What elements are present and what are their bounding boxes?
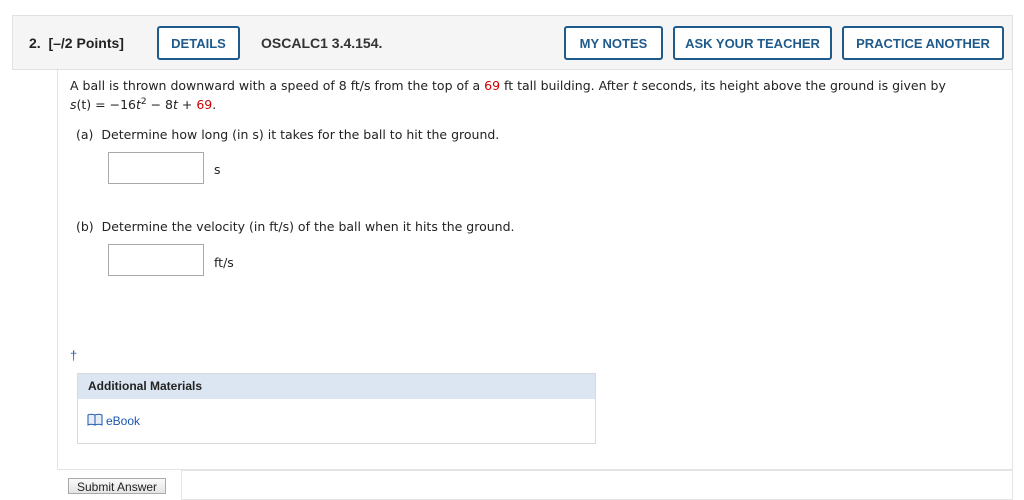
my-notes-button[interactable]: MY NOTES <box>564 26 663 60</box>
ebook-label: eBook <box>106 414 141 428</box>
additional-materials-heading: Additional Materials <box>78 374 595 399</box>
ebook-link[interactable]: eBook <box>87 413 140 429</box>
question-number: 2. [–/2 Points] <box>29 35 124 51</box>
part-a-unit: s <box>214 162 221 177</box>
question-code: OSCALC1 3.4.154. <box>261 35 383 51</box>
problem-statement: A ball is thrown downward with a speed o… <box>70 78 946 93</box>
additional-materials-panel: Additional Materials eBook <box>77 373 596 444</box>
part-b-unit: ft/s <box>214 255 234 270</box>
book-icon <box>87 413 103 429</box>
question-header: 2. [–/2 Points] DETAILS OSCALC1 3.4.154.… <box>12 15 1013 70</box>
ask-teacher-button[interactable]: ASK YOUR TEACHER <box>673 26 832 60</box>
dagger-marker: † <box>70 348 78 363</box>
part-a-answer-input[interactable] <box>108 152 204 184</box>
height-value: 69 <box>484 78 501 93</box>
answer-feedback-area <box>181 470 1013 500</box>
height-equation: s(t) = −16t2 − 8t + 69. <box>70 97 217 113</box>
practice-another-button[interactable]: PRACTICE ANOTHER <box>842 26 1004 60</box>
part-b-answer-input[interactable] <box>108 244 204 276</box>
points-label: [–/2 Points] <box>48 35 124 51</box>
details-button[interactable]: DETAILS <box>157 26 240 60</box>
part-b-prompt: (b) Determine the velocity (in ft/s) of … <box>76 219 515 234</box>
part-a-prompt: (a) Determine how long (in s) it takes f… <box>76 127 500 142</box>
